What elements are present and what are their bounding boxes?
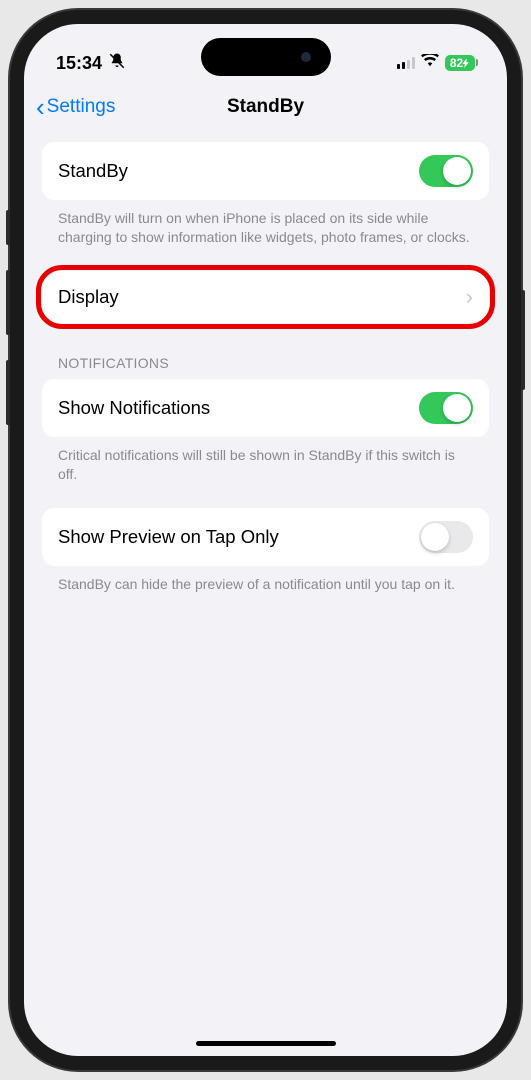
- display-label: Display: [58, 286, 119, 308]
- show-notifications-description: Critical notifications will still be sho…: [42, 437, 489, 484]
- highlight-annotation: Display ›: [42, 271, 489, 323]
- standby-description: StandBy will turn on when iPhone is plac…: [42, 200, 489, 247]
- standby-label: StandBy: [58, 160, 128, 182]
- navigation-header: ‹ Settings StandBy: [24, 82, 507, 128]
- mute-switch: [6, 210, 10, 245]
- power-button: [521, 290, 525, 390]
- standby-toggle-row[interactable]: StandBy: [42, 142, 489, 200]
- chevron-left-icon: ‹: [36, 94, 45, 120]
- preview-on-tap-group: Show Preview on Tap Only: [42, 508, 489, 566]
- preview-on-tap-label: Show Preview on Tap Only: [58, 526, 279, 548]
- page-title: StandBy: [227, 96, 304, 118]
- chevron-right-icon: ›: [466, 284, 473, 310]
- display-group: Display ›: [42, 271, 489, 323]
- volume-down-button: [6, 360, 10, 425]
- battery-level: 82: [450, 56, 463, 70]
- back-label: Settings: [47, 96, 116, 118]
- cellular-signal-icon: [397, 57, 415, 69]
- dynamic-island: [201, 38, 331, 76]
- show-notifications-group: Show Notifications: [42, 379, 489, 437]
- screen: 15:34 82: [24, 24, 507, 1056]
- show-notifications-label: Show Notifications: [58, 397, 210, 419]
- notifications-header: NOTIFICATIONS: [42, 323, 489, 379]
- preview-on-tap-toggle[interactable]: [419, 521, 473, 553]
- phone-frame: 15:34 82: [10, 10, 521, 1070]
- back-button[interactable]: ‹ Settings: [36, 94, 115, 120]
- standby-toggle[interactable]: [419, 155, 473, 187]
- volume-up-button: [6, 270, 10, 335]
- wifi-icon: [421, 54, 439, 73]
- silent-mode-icon: [108, 52, 126, 75]
- status-time: 15:34: [56, 53, 102, 74]
- battery-indicator: 82: [445, 55, 475, 71]
- show-notifications-row[interactable]: Show Notifications: [42, 379, 489, 437]
- show-notifications-toggle[interactable]: [419, 392, 473, 424]
- preview-on-tap-description: StandBy can hide the preview of a notifi…: [42, 566, 489, 594]
- home-indicator[interactable]: [196, 1041, 336, 1046]
- display-row[interactable]: Display ›: [42, 271, 489, 323]
- preview-on-tap-row[interactable]: Show Preview on Tap Only: [42, 508, 489, 566]
- phone-side-buttons-left: [6, 210, 10, 450]
- standby-toggle-group: StandBy: [42, 142, 489, 200]
